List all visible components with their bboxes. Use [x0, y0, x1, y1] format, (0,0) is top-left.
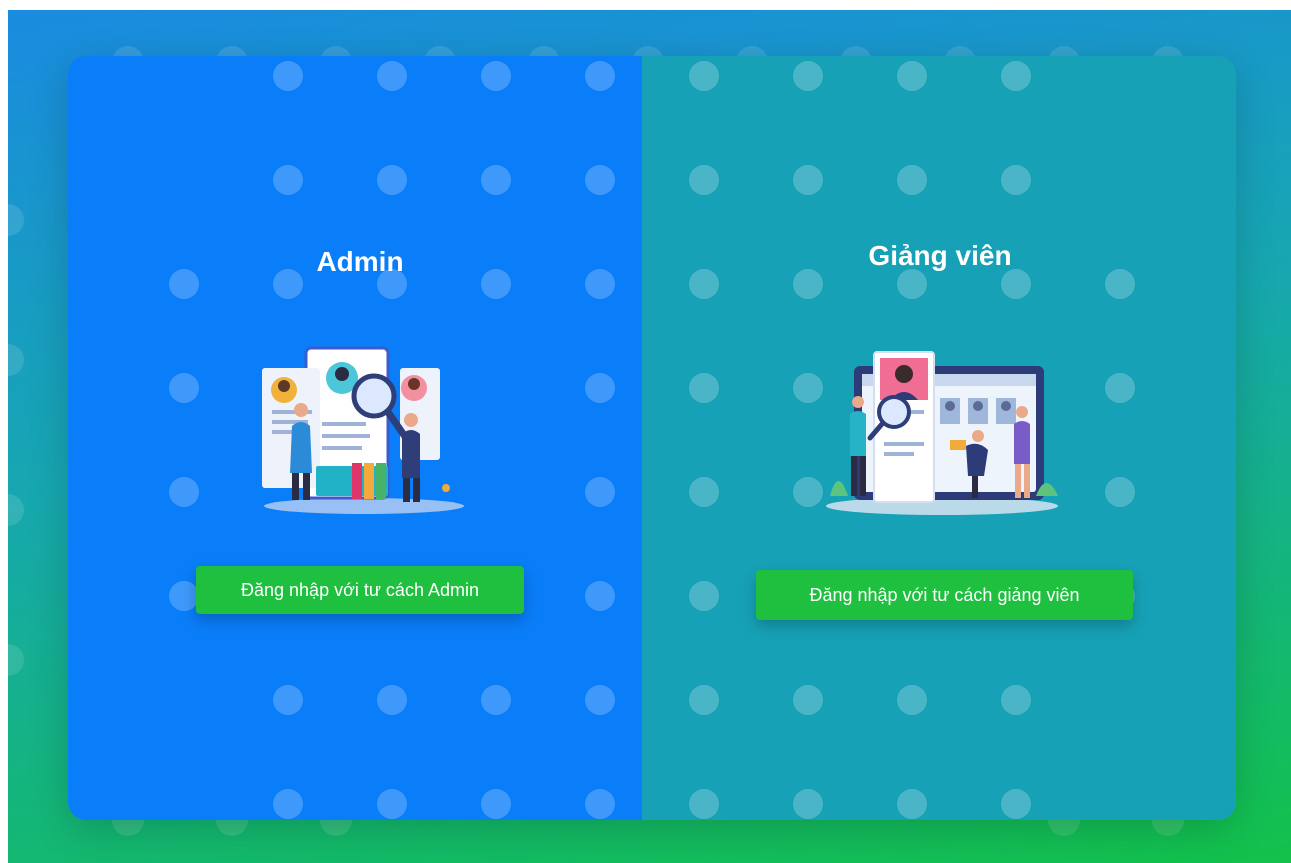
teacher-login-button[interactable]: Đăng nhập với tư cách giảng viên [756, 570, 1133, 620]
admin-panel: Admin Đăng nhập với tư cách Admin [68, 56, 642, 820]
profile-review-icon [826, 351, 1058, 515]
page-background: Admin Đăng nhập với tư cách Admin Giảng … [8, 10, 1291, 863]
admin-login-button[interactable]: Đăng nhập với tư cách Admin [196, 566, 524, 614]
recruitment-search-icon [262, 346, 464, 514]
admin-title: Admin [316, 246, 404, 277]
teacher-panel: Giảng viên Đăng nhập với tư cách giảng v… [642, 56, 1236, 820]
teacher-title: Giảng viên [868, 240, 1012, 271]
login-role-card: Admin Đăng nhập với tư cách Admin Giảng … [68, 56, 1236, 820]
